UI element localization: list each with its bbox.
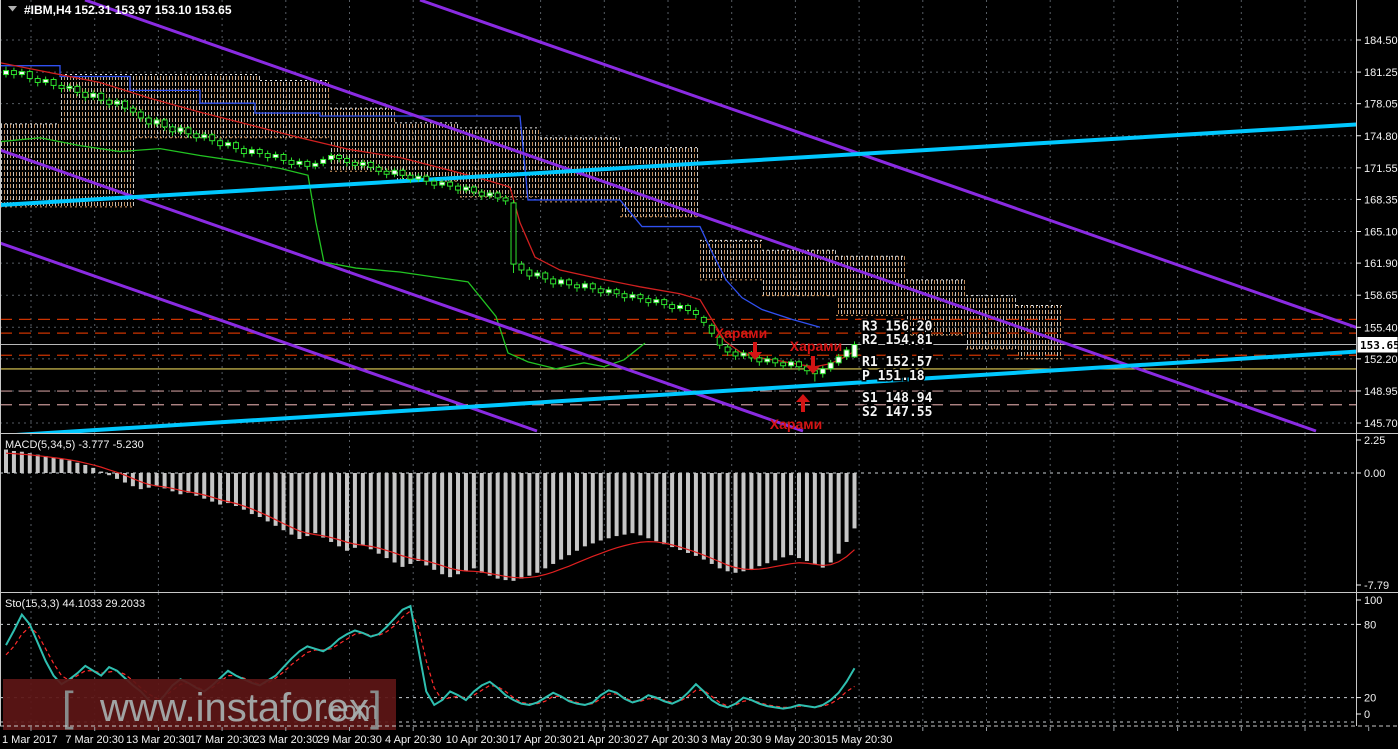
pivot-label-P: P 151.18 [862,369,925,384]
axis-tick-label: 145.70 [1364,418,1398,430]
time-axis-label: 15 May 20:30 [826,734,893,746]
chart-title: #IBM,H4 152.31 153.97 153.10 153.65 [24,3,232,17]
axis-tick-label: 148.95 [1364,386,1398,398]
time-axis-label: 3 May 20:30 [701,734,762,746]
axis-tick-label: 161.90 [1364,258,1398,270]
chart-title-bar: #IBM,H4 152.31 153.97 153.10 153.65 [8,3,232,17]
time-axis-label: 4 Apr 20:30 [385,734,441,746]
current-price-value: 153.65 [1360,339,1398,352]
chevron-down-icon[interactable] [8,6,17,12]
time-axis-label: 9 May 20:30 [765,734,826,746]
ichimoku-cloud [135,74,260,138]
watermark: [ www.instaforex .com ] [3,679,396,730]
macd-panel[interactable] [0,434,1369,592]
time-axis-label: 7 Mar 20:30 [65,734,124,746]
time-axis-label: 29 Mar 20:30 [317,734,382,746]
time-axis-label: 10 Apr 20:30 [446,734,508,746]
axis-tick-label: 171.55 [1364,163,1398,175]
time-axis-label: 27 Apr 20:30 [637,734,699,746]
ichimoku-cloud [0,123,60,207]
ichimoku-cloud [1016,305,1062,359]
axis-tick-label: 2.25 [1364,435,1385,447]
arrow-up-icon [796,394,810,412]
time-axis-label: 1 Mar 2017 [2,734,58,746]
axis-tick-label: 20 [1364,693,1376,705]
axis-tick-label: -7.79 [1364,580,1389,592]
axis-tick-label: 181.25 [1364,67,1398,79]
main-chart-panel[interactable]: ХарамиХарамиХарамиR3 156.20R2 154.81R1 1… [0,0,1398,436]
harami-annotation: Харами [770,416,822,432]
axis-tick-label: 174.80 [1364,131,1398,143]
axis-tick-label: 184.50 [1364,35,1398,47]
axis-tick-label: 158.65 [1364,290,1398,302]
harami-annotation: Харами [790,338,842,354]
axis-tick-label: 165.10 [1364,227,1398,239]
pivot-label-S2: S2 147.55 [862,405,932,420]
pivot-label-R2: R2 154.81 [862,333,933,348]
macd-indicator-label: MACD(5,34,5) -3.777 -5.230 [5,439,144,451]
axis-tick-label: 155.40 [1364,322,1398,334]
trading-chart-window: ХарамиХарамиХарамиR3 156.20R2 154.81R1 1… [0,0,1398,749]
axis-tick-label: 178.05 [1364,99,1398,111]
axis-tick-label: 152.20 [1364,354,1398,366]
axis-tick-label: 80 [1364,619,1376,631]
ichimoku-cloud [60,74,135,207]
time-axis-label: 13 Mar 20:30 [126,734,191,746]
axis-tick-label: 0 [1364,709,1370,721]
axis-tick-label: 168.35 [1364,194,1398,206]
ichimoku-cloud [260,80,330,138]
watermark-left-bracket: [ [62,683,74,730]
macd-histogram [4,449,857,581]
harami-annotation: Харами [715,325,767,341]
current-price-tag: 153.65 [1357,337,1398,353]
ichimoku-cloud [762,250,836,296]
watermark-right-bracket: ] [370,683,382,730]
axis-tick-label: 0.00 [1364,468,1385,480]
time-axis-label: 21 Apr 20:30 [573,734,635,746]
time-axis-label: 17 Mar 20:30 [190,734,255,746]
time-axis-label: 17 Apr 20:30 [509,734,571,746]
axis-tick-label: 100 [1364,595,1382,607]
sto-indicator-label: Sto(15,3,3) 44.1033 29.2033 [5,598,145,610]
descending-trendline[interactable] [0,241,538,433]
ichimoku-cloud [620,147,700,217]
time-axis-label: 23 Mar 20:30 [253,734,318,746]
